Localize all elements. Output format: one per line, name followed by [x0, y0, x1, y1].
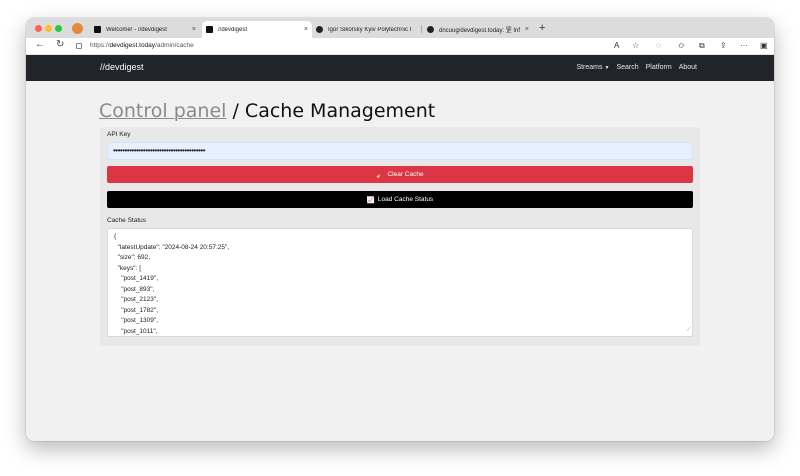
breadcrumb-separator: /	[226, 100, 245, 122]
favorite-icon[interactable]: ☆	[632, 41, 639, 50]
tab-github-repo[interactable]: dncuug/devdigest.today: 罡 Inf ×	[423, 21, 533, 38]
maximize-window-button[interactable]	[55, 25, 62, 32]
sidebar-icon[interactable]: ▣	[760, 41, 768, 50]
tab-close-icon[interactable]: ×	[192, 26, 196, 33]
devdigest-favicon-icon	[94, 26, 101, 33]
load-status-label: Load Cache Status	[377, 196, 434, 203]
address-bar[interactable]: https://devdigest.today/admin/cache	[76, 39, 636, 52]
nav-streams-label: Streams	[576, 64, 603, 71]
broom-icon: 🧹	[376, 171, 385, 179]
load-cache-status-button[interactable]: 📈 Load Cache Status	[107, 191, 693, 208]
new-tab-button[interactable]: +	[539, 22, 545, 34]
github-favicon-icon	[316, 26, 323, 33]
url-host: devdigest.today	[109, 42, 156, 49]
nav-about[interactable]: About	[679, 64, 697, 71]
tab-strip: Welcome! - //devdigest × //devdigest × I…	[26, 18, 774, 38]
tab-title: dncuug/devdigest.today: 罡 Inf	[439, 28, 521, 34]
nav-search[interactable]: Search	[616, 64, 638, 71]
api-key-input[interactable]: ••••••••••••••••••••••••••••••••••••••••	[107, 142, 693, 160]
nav-streams[interactable]: Streams ▼	[576, 64, 609, 71]
lock-icon	[76, 42, 82, 49]
share-icon[interactable]: ⇪	[720, 41, 727, 50]
page-title-text: Cache Management	[244, 100, 436, 122]
cache-panel: API Key ••••••••••••••••••••••••••••••••…	[100, 127, 700, 346]
clear-cache-label: Clear Cache	[387, 171, 424, 178]
clear-cache-button[interactable]: 🧹 Clear Cache	[107, 166, 693, 183]
minimize-window-button[interactable]	[45, 25, 52, 32]
collections-icon[interactable]: ⧉	[699, 41, 705, 51]
chart-icon: 📈	[366, 196, 375, 204]
url-path: /admin/cache	[155, 42, 194, 49]
nav-platform[interactable]: Platform	[646, 64, 672, 71]
cache-status-label: Cache Status	[107, 217, 147, 224]
back-icon[interactable]: ←	[35, 39, 45, 50]
tab-devdigest-active[interactable]: //devdigest ×	[202, 21, 312, 38]
address-toolbar: ← ↻ https://devdigest.today/admin/cache …	[26, 38, 774, 55]
tab-title: Welcome! - //devdigest	[106, 26, 167, 33]
resize-handle-icon[interactable]: ⟋	[687, 325, 691, 336]
cache-status-textarea[interactable]: { "latestUpdate": "2024-08-24 20:57:25",…	[107, 228, 693, 337]
devdigest-favicon-icon	[206, 26, 213, 33]
breadcrumb-control-panel-link[interactable]: Control panel	[99, 100, 226, 122]
extensions-icon[interactable]: ◌	[656, 41, 661, 50]
tab-close-icon[interactable]: ×	[304, 26, 308, 33]
page-title: Control panel / Cache Management	[99, 100, 435, 122]
favorites-bar-icon[interactable]: ✩	[678, 41, 685, 50]
more-icon[interactable]: ···	[740, 41, 748, 50]
github-favicon-icon	[427, 26, 434, 33]
close-window-button[interactable]	[35, 25, 42, 32]
profile-avatar[interactable]	[72, 23, 83, 34]
browser-window: Welcome! - //devdigest × //devdigest × I…	[26, 18, 774, 441]
tab-title: Igor Sikorsky Kyiv Polytechnic I	[328, 26, 412, 33]
tab-title: //devdigest	[218, 26, 248, 33]
chevron-down-icon: ▼	[604, 65, 610, 71]
cache-status-text: { "latestUpdate": "2024-08-24 20:57:25",…	[114, 233, 230, 335]
tab-separator	[421, 25, 422, 33]
api-key-label: API Key	[107, 131, 131, 138]
tab-kpi[interactable]: Igor Sikorsky Kyiv Polytechnic I	[312, 21, 422, 38]
tab-welcome[interactable]: Welcome! - //devdigest ×	[90, 21, 200, 38]
url-prefix: https://	[90, 42, 110, 49]
read-aloud-icon[interactable]: A	[614, 41, 619, 50]
nav-links: Streams ▼ Search Platform About	[576, 64, 697, 71]
site-brand[interactable]: //devdigest	[100, 62, 144, 72]
site-navbar: //devdigest Streams ▼ Search Platform Abo…	[26, 55, 774, 81]
tab-close-icon[interactable]: ×	[525, 26, 529, 33]
reload-icon[interactable]: ↻	[56, 39, 64, 50]
